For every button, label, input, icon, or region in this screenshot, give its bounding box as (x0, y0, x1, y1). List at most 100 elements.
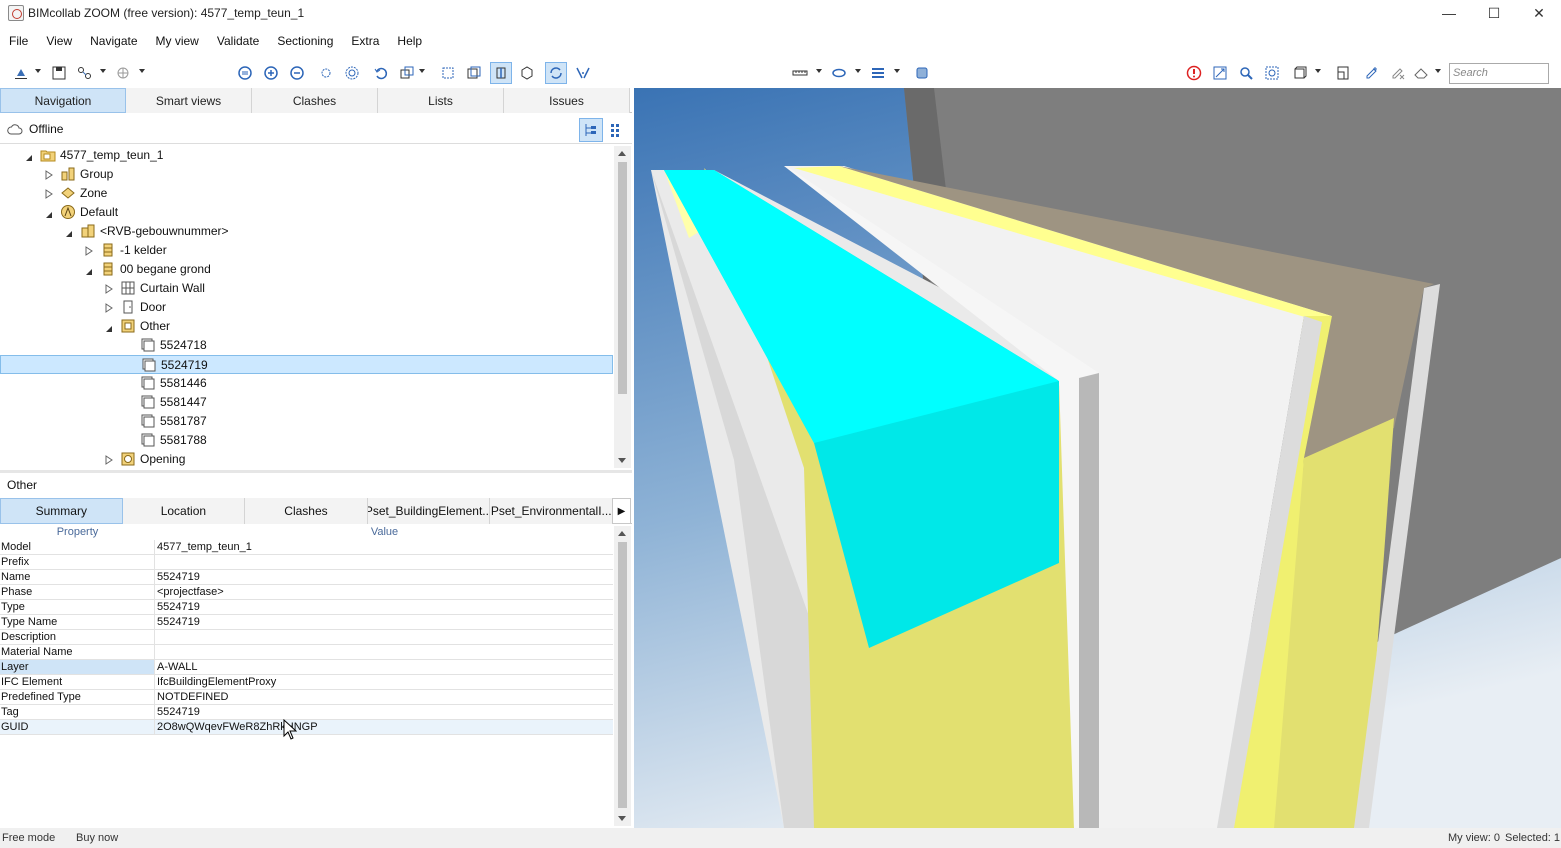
property-row[interactable]: IFC Element IfcBuildingElementProxy (0, 675, 613, 690)
expand-arrow-icon[interactable] (105, 454, 113, 465)
property-value[interactable]: IfcBuildingElementProxy (156, 675, 613, 689)
alert-icon[interactable] (1183, 62, 1205, 84)
expand-arrow-icon[interactable] (45, 169, 53, 180)
tree-item[interactable]: 5581446 (0, 374, 613, 393)
collapse-arrow-icon[interactable] (25, 151, 33, 161)
expand-arrow-icon[interactable] (45, 188, 53, 199)
scroll-up-icon[interactable] (618, 151, 626, 156)
tree-item[interactable]: Default (0, 203, 613, 222)
property-row[interactable]: Type 5524719 (0, 600, 613, 615)
property-row[interactable]: Model 4577_temp_teun_1 (0, 540, 613, 555)
scroll-down-icon[interactable] (618, 458, 626, 463)
property-value[interactable]: A-WALL (156, 660, 613, 674)
eraser-icon[interactable] (1410, 62, 1432, 84)
property-row[interactable]: Phase <projectfase> (0, 585, 613, 600)
ellipse-dropdown-icon[interactable] (855, 69, 861, 73)
save-icon[interactable] (48, 62, 70, 84)
menu-my-view[interactable]: My view (147, 30, 208, 54)
property-value[interactable]: <projectfase> (156, 585, 613, 599)
share-dropdown-icon[interactable] (139, 69, 145, 73)
tree-item[interactable]: 00 begane grond (0, 260, 613, 279)
tree-item[interactable]: 5581788 (0, 431, 613, 450)
property-row[interactable]: Predefined Type NOTDEFINED (0, 690, 613, 705)
zoom-window-icon[interactable] (1261, 62, 1283, 84)
tree-item[interactable]: 5581447 (0, 393, 613, 412)
view-cube-dropdown-icon[interactable] (1315, 69, 1321, 73)
tree-item[interactable]: 5524718 (0, 336, 613, 355)
tree-item[interactable]: Other (0, 317, 613, 336)
tree-item[interactable]: 4577_temp_teun_1 (0, 146, 613, 165)
zoom-selected-icon[interactable] (1235, 62, 1257, 84)
property-row[interactable]: Description (0, 630, 613, 645)
menu-validate[interactable]: Validate (208, 30, 268, 54)
transparency-dropdown-icon[interactable] (419, 69, 425, 73)
properties-scrollbar[interactable] (614, 526, 631, 826)
property-row[interactable]: Tag 5524719 (0, 705, 613, 720)
expand-arrow-icon[interactable] (105, 302, 113, 313)
property-value[interactable]: 4577_temp_teun_1 (156, 540, 613, 554)
close-icon[interactable]: ✕ (1516, 0, 1561, 26)
open-model-dropdown-icon[interactable] (35, 69, 41, 73)
menu-sectioning[interactable]: Sectioning (268, 30, 342, 54)
property-value[interactable] (156, 645, 613, 659)
share-icon[interactable] (112, 62, 134, 84)
tree-item[interactable]: 5581787 (0, 412, 613, 431)
isolate-all-icon[interactable] (341, 62, 363, 84)
column-header-property[interactable]: Property (0, 526, 155, 538)
grid-view-toggle-icon[interactable] (605, 118, 629, 142)
property-value[interactable] (156, 555, 613, 569)
property-value[interactable] (156, 630, 613, 644)
zoom-extents-icon[interactable] (1209, 62, 1231, 84)
collapse-arrow-icon[interactable] (45, 208, 53, 218)
menu-navigate[interactable]: Navigate (81, 30, 146, 54)
open-model-icon[interactable] (10, 62, 32, 84)
property-row[interactable]: Prefix (0, 555, 613, 570)
tab-lists[interactable]: Lists (378, 88, 504, 113)
transparency-icon[interactable] (396, 62, 418, 84)
column-header-value[interactable]: Value (156, 526, 613, 538)
tree-item[interactable]: <RVB-gebouwnummer> (0, 222, 613, 241)
panel-splitter[interactable] (0, 470, 632, 473)
measure-icon[interactable] (74, 62, 96, 84)
tab-pset-building-element[interactable]: Pset_BuildingElement... (367, 498, 491, 524)
3d-viewport[interactable] (634, 88, 1561, 828)
hide-icon[interactable] (234, 62, 256, 84)
tab-smart-views[interactable]: Smart views (126, 88, 252, 113)
tree-item[interactable]: Group (0, 165, 613, 184)
minimize-icon[interactable]: — (1426, 0, 1472, 26)
floor-plan-icon[interactable] (1332, 62, 1354, 84)
property-row[interactable]: Type Name 5524719 (0, 615, 613, 630)
expand-arrow-icon[interactable] (105, 283, 113, 294)
tree-item[interactable]: Door (0, 298, 613, 317)
line-weight-dropdown-icon[interactable] (894, 69, 900, 73)
eraser-dropdown-icon[interactable] (1435, 69, 1441, 73)
line-weight-icon[interactable] (867, 62, 889, 84)
tab-property-clashes[interactable]: Clashes (245, 498, 368, 524)
expand-arrow-icon[interactable] (85, 245, 93, 256)
section-plane-icon[interactable] (490, 62, 512, 84)
measure-dropdown-icon[interactable] (100, 69, 106, 73)
tabs-scroll-right-icon[interactable]: ▶ (612, 498, 631, 524)
property-value[interactable]: 2O8wQWqevFWeR8ZhRkHNGP (156, 720, 613, 734)
perspective-icon[interactable] (516, 62, 538, 84)
scroll-down-icon[interactable] (618, 816, 626, 821)
add-visible-icon[interactable] (260, 62, 282, 84)
ruler-dropdown-icon[interactable] (816, 69, 822, 73)
property-value[interactable]: 5524719 (156, 705, 613, 719)
property-value[interactable]: 5524719 (156, 615, 613, 629)
tree-item[interactable]: Zone (0, 184, 613, 203)
property-value[interactable]: 5524719 (156, 600, 613, 614)
tab-navigation[interactable]: Navigation (0, 88, 126, 113)
property-value[interactable]: NOTDEFINED (156, 690, 613, 704)
ellipse-icon[interactable] (828, 62, 850, 84)
snapshot-icon[interactable] (911, 62, 933, 84)
tab-issues[interactable]: Issues (504, 88, 630, 113)
remove-visible-icon[interactable] (286, 62, 308, 84)
tree-item[interactable]: Curtain Wall (0, 279, 613, 298)
box-select-icon[interactable] (437, 62, 459, 84)
search-input[interactable]: Search (1449, 63, 1549, 84)
menu-file[interactable]: File (0, 30, 37, 54)
ruler-icon[interactable] (789, 62, 811, 84)
buy-now-link[interactable]: Buy now (76, 832, 118, 844)
property-row[interactable]: Name 5524719 (0, 570, 613, 585)
